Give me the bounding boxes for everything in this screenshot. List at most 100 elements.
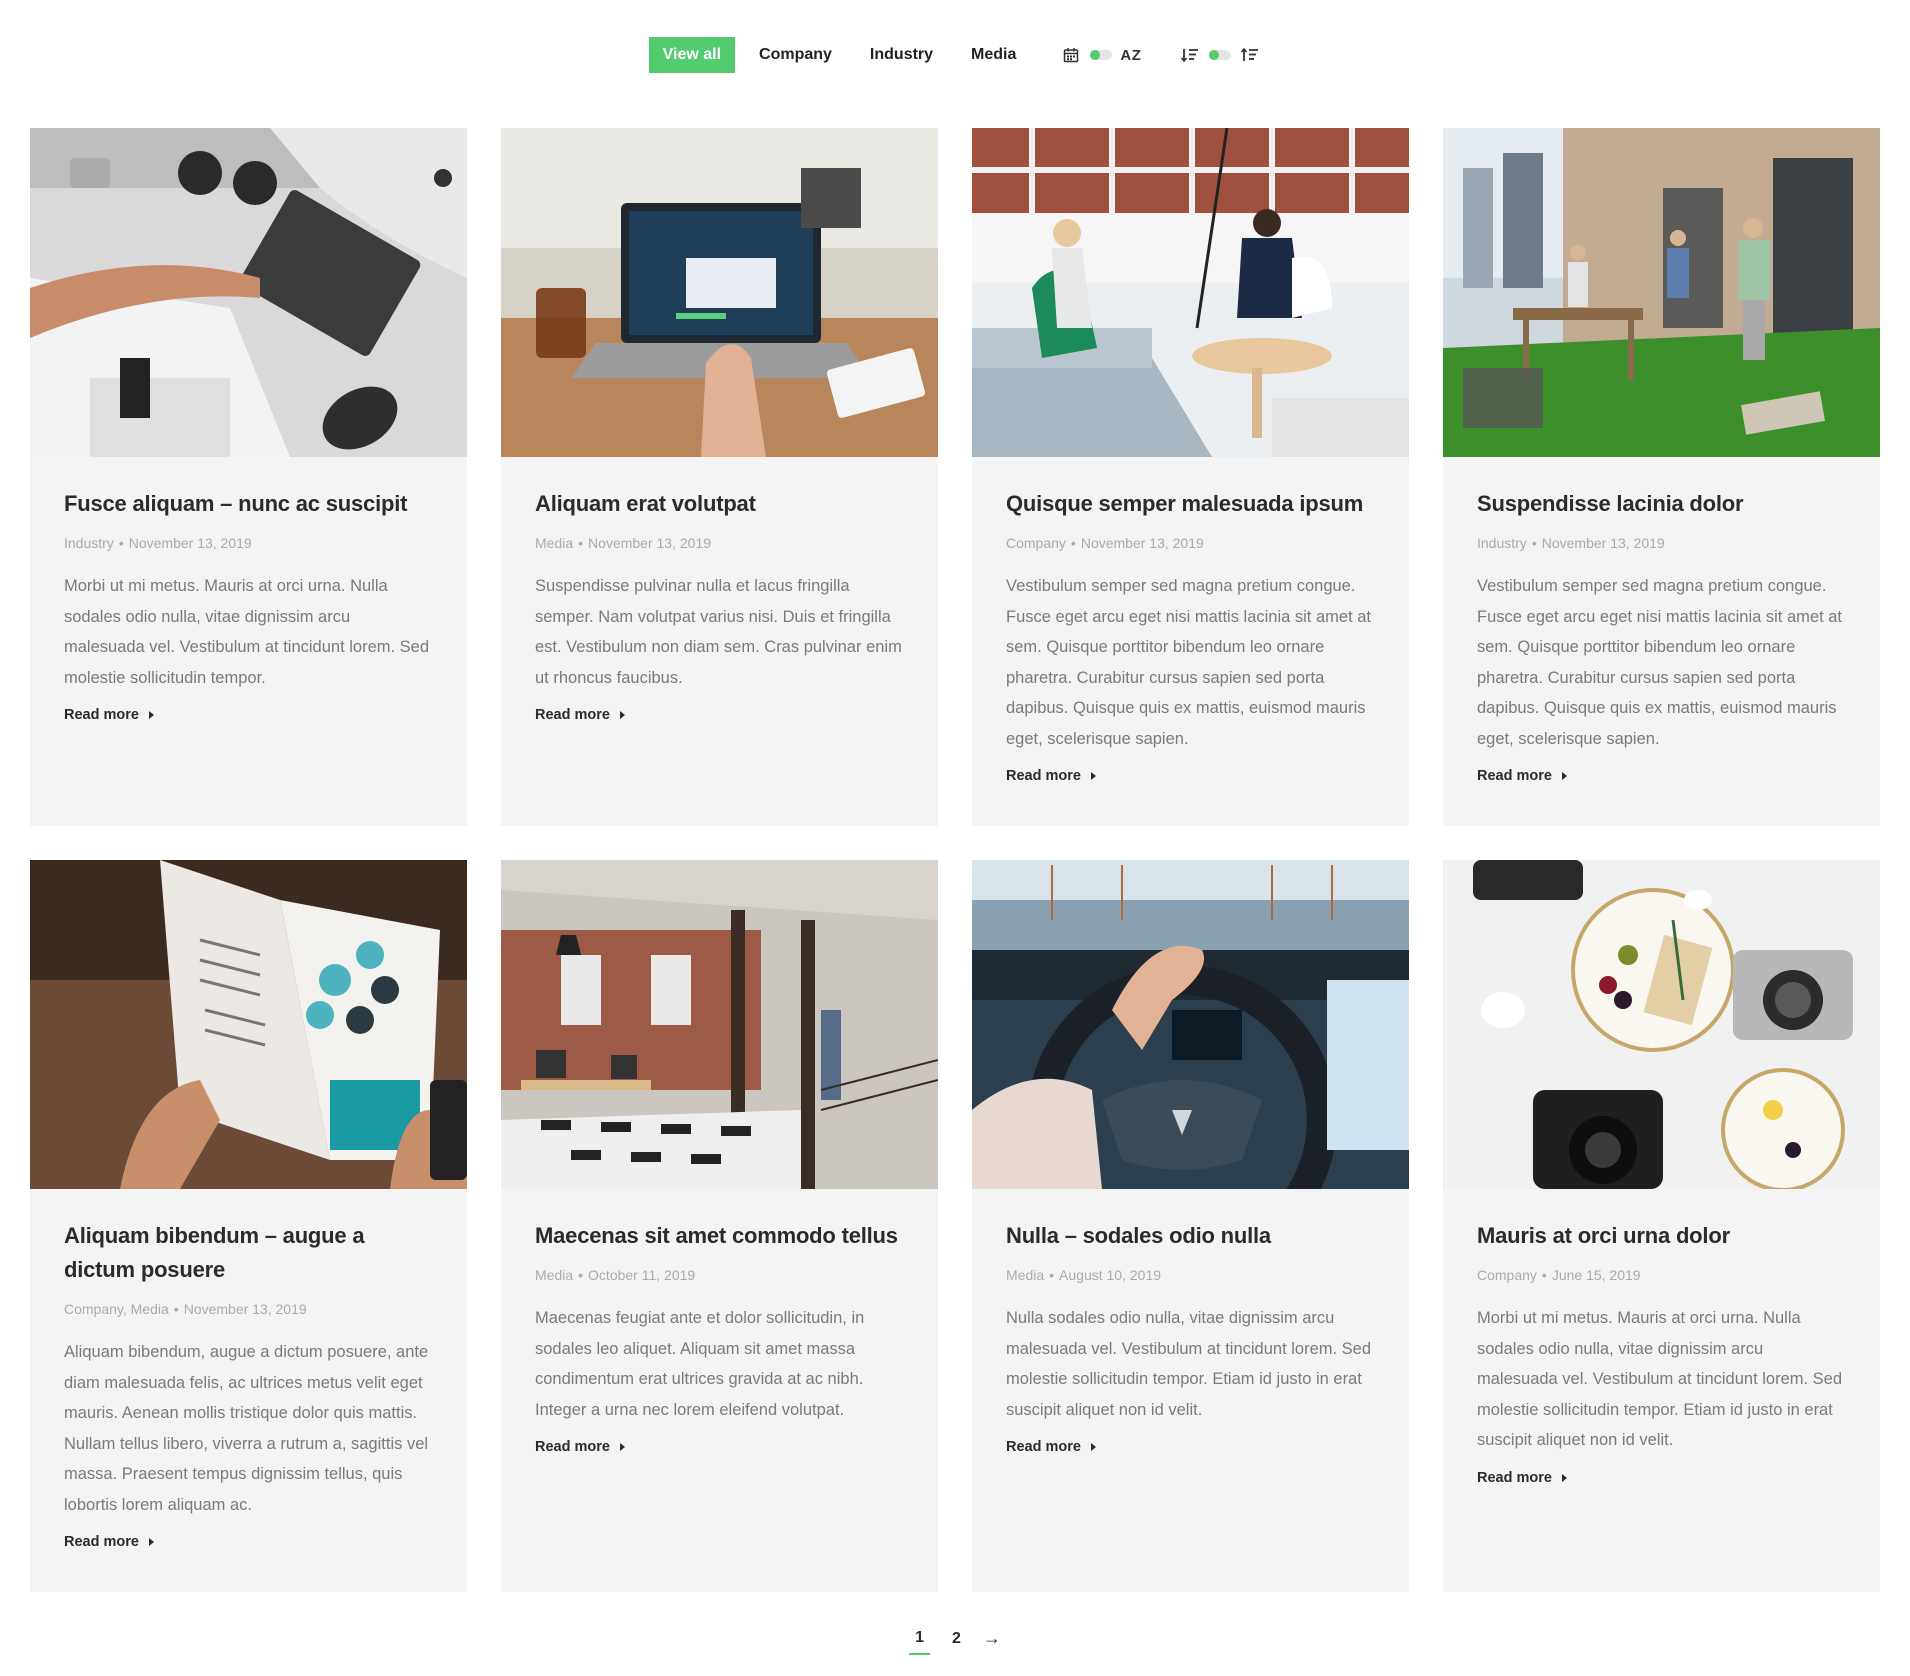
sort-descending-icon[interactable] [1179, 44, 1201, 66]
sort-alpha-label[interactable]: AZ [1120, 47, 1141, 64]
caret-right-icon [619, 711, 625, 719]
meta-separator: • [578, 535, 584, 551]
post-image-rooftop-terrace[interactable] [1443, 128, 1880, 457]
post-excerpt: Vestibulum semper sed magna pretium cong… [1477, 577, 1842, 748]
post-card: Fusce aliquam – nunc ac suscipit Industr… [30, 128, 467, 826]
post-image-meeting-lounge[interactable] [972, 128, 1409, 457]
post-meta: Industry • November 13, 2019 [64, 533, 433, 553]
read-more-link[interactable]: Read more [64, 1534, 154, 1550]
post-title[interactable]: Aliquam erat volutpat [535, 487, 904, 521]
post-card: Maecenas sit amet commodo tellus Media • O… [501, 860, 938, 1592]
post-date: November 13, 2019 [588, 535, 712, 551]
post-image-laptop[interactable] [501, 128, 938, 457]
post-meta: Company, Media • November 13, 2019 [64, 1299, 433, 1319]
caret-right-icon [148, 711, 154, 719]
post-meta: Company • November 13, 2019 [1006, 533, 1375, 553]
read-more-link[interactable]: Read more [64, 707, 154, 723]
arrow-right-icon[interactable]: → [983, 1628, 1001, 1655]
post-category[interactable]: Industry [64, 535, 114, 551]
post-category[interactable]: Company [1006, 535, 1066, 551]
pagination: 1 2 → [0, 1628, 1910, 1655]
post-category[interactable]: Media [535, 1267, 573, 1283]
post-meta: Industry • November 13, 2019 [1477, 533, 1846, 553]
caret-right-icon [1561, 1473, 1567, 1482]
caret-right-icon [1090, 1443, 1096, 1451]
meta-separator: • [1531, 535, 1537, 551]
post-card: Suspendisse lacinia dolor Industry • Novem… [1443, 128, 1880, 826]
caret-right-icon [1090, 772, 1096, 780]
sort-ascending-icon[interactable] [1239, 44, 1261, 66]
post-date: November 13, 2019 [1080, 535, 1204, 551]
read-more-link[interactable]: Read more [535, 1439, 625, 1455]
post-excerpt: Maecenas feugiat ante et dolor sollicitu… [535, 1309, 865, 1419]
post-category[interactable]: Media [1006, 1267, 1044, 1283]
read-more-label: Read more [535, 1439, 610, 1455]
post-title[interactable]: Fusce aliquam – nunc ac suscipit [64, 487, 433, 521]
sort-field-control: AZ [1060, 37, 1141, 73]
post-title[interactable]: Suspendisse lacinia dolor [1477, 487, 1846, 521]
page-1-link[interactable]: 1 [909, 1629, 930, 1655]
post-excerpt: Morbi ut mi metus. Mauris at orci urna. … [64, 577, 430, 687]
calendar-icon[interactable] [1060, 44, 1082, 66]
post-card: Mauris at orci urna dolor Company • June 1… [1443, 860, 1880, 1592]
post-card: Aliquam bibendum – augue a dictum posuer… [30, 860, 467, 1592]
post-title[interactable]: Maecenas sit amet commodo tellus [535, 1219, 904, 1253]
filter-company[interactable]: Company [745, 37, 846, 73]
post-category[interactable]: Company [1477, 1267, 1537, 1283]
read-more-link[interactable]: Read more [1477, 768, 1567, 784]
post-title[interactable]: Nulla – sodales odio nulla [1006, 1219, 1375, 1253]
read-more-label: Read more [64, 1534, 139, 1550]
post-meta: Media • November 13, 2019 [535, 533, 904, 553]
read-more-link[interactable]: Read more [535, 707, 625, 723]
post-title[interactable]: Mauris at orci urna dolor [1477, 1219, 1846, 1253]
post-meta: Media • August 10, 2019 [1006, 1265, 1375, 1285]
post-image-cameras-food[interactable] [1443, 860, 1880, 1189]
read-more-link[interactable]: Read more [1006, 1439, 1096, 1455]
caret-right-icon [148, 1538, 154, 1546]
filter-media[interactable]: Media [957, 37, 1030, 73]
read-more-link[interactable]: Read more [1477, 1470, 1567, 1486]
post-image-open-office[interactable] [501, 860, 938, 1189]
read-more-label: Read more [1006, 768, 1081, 784]
post-date: November 13, 2019 [1541, 535, 1665, 551]
filter-bar: View all Company Industry Media AZ [0, 37, 1910, 73]
sort-field-toggle[interactable] [1090, 50, 1113, 60]
post-image-car-dashboard[interactable] [972, 860, 1409, 1189]
meta-separator: • [1541, 1267, 1547, 1283]
post-card: Quisque semper malesuada ipsum Company • N… [972, 128, 1409, 826]
post-date: November 13, 2019 [128, 535, 252, 551]
post-category[interactable]: Company, Media [64, 1301, 169, 1317]
meta-separator: • [118, 535, 124, 551]
post-excerpt: Vestibulum semper sed magna pretium cong… [1006, 577, 1371, 748]
caret-right-icon [1561, 772, 1567, 780]
read-more-label: Read more [535, 707, 610, 723]
post-meta: Company • June 15, 2019 [1477, 1265, 1846, 1285]
post-category[interactable]: Industry [1477, 535, 1527, 551]
meta-separator: • [1070, 535, 1076, 551]
post-date: June 15, 2019 [1551, 1267, 1641, 1283]
read-more-label: Read more [1477, 1469, 1552, 1486]
read-more-link[interactable]: Read more [1006, 768, 1096, 784]
post-title[interactable]: Aliquam bibendum – augue a dictum posuer… [64, 1219, 433, 1287]
post-excerpt: Nulla sodales odio nulla, vitae dignissi… [1006, 1309, 1372, 1419]
post-date: August 10, 2019 [1059, 1267, 1162, 1283]
posts-grid-row-1: Fusce aliquam – nunc ac suscipit Industr… [30, 128, 1880, 826]
read-more-label: Read more [1477, 768, 1552, 784]
post-category[interactable]: Media [535, 535, 573, 551]
page-2-link[interactable]: 2 [952, 1630, 961, 1654]
sort-order-toggle[interactable] [1209, 50, 1232, 60]
post-image-desk-keyboard[interactable] [30, 128, 467, 457]
post-image-magazine[interactable] [30, 860, 467, 1189]
post-card: Nulla – sodales odio nulla Media • August … [972, 860, 1409, 1592]
filter-view-all[interactable]: View all [648, 37, 736, 73]
post-title[interactable]: Quisque semper malesuada ipsum [1006, 487, 1375, 521]
meta-separator: • [173, 1301, 179, 1317]
read-more-label: Read more [1006, 1439, 1081, 1455]
meta-separator: • [1049, 1267, 1055, 1283]
post-date: October 11, 2019 [588, 1267, 696, 1283]
post-excerpt: Aliquam bibendum, augue a dictum posuere… [64, 1343, 429, 1514]
post-date: November 13, 2019 [183, 1301, 307, 1317]
posts-grid-row-2: Aliquam bibendum – augue a dictum posuer… [30, 860, 1880, 1592]
filter-industry[interactable]: Industry [856, 37, 947, 73]
read-more-label: Read more [64, 707, 139, 723]
